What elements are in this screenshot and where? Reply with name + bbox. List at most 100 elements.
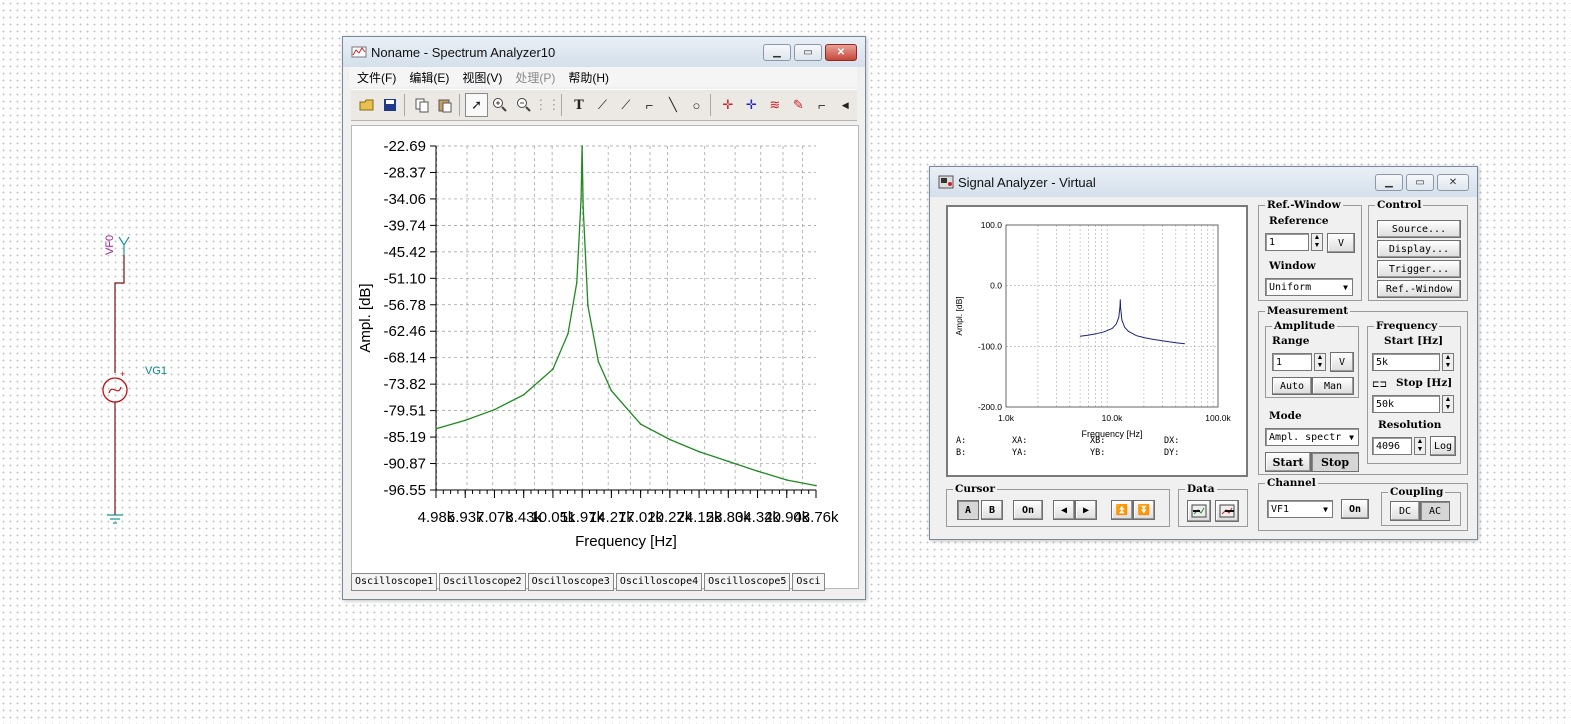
cursor-a-button[interactable]: A (957, 500, 979, 520)
cursor-left-icon[interactable]: ◀ (1053, 500, 1075, 520)
trigger-button[interactable]: Trigger... (1377, 260, 1461, 278)
log-button[interactable]: Log (1430, 436, 1456, 456)
link-icon[interactable]: ⊏⊐ (1372, 379, 1387, 390)
ac-button[interactable]: AC (1420, 501, 1450, 521)
export-data-icon[interactable] (1215, 500, 1239, 522)
reference-unit-button[interactable]: V (1327, 233, 1355, 253)
reference-spinner[interactable]: ▲ ▼ (1311, 233, 1323, 251)
maximize-button[interactable]: ▭ (794, 44, 822, 61)
mini-y-tick-label: 100.0 (981, 220, 1003, 230)
sheet-tab[interactable]: Oscilloscope1 (351, 573, 438, 591)
mode-select-value: Ampl. spectr (1269, 431, 1342, 443)
maximize-button[interactable]: ▭ (1406, 174, 1434, 191)
stop-button[interactable]: Stop (1311, 452, 1359, 472)
display-button[interactable]: Display... (1377, 240, 1461, 258)
minimize-button[interactable]: ▁ (763, 44, 791, 61)
data-point (581, 145, 583, 147)
circle-icon[interactable]: ○ (685, 93, 708, 117)
ref-window-group: Ref.-Window Reference 1 ▲ ▼ V Window Unif… (1258, 199, 1362, 301)
signal-title: Signal Analyzer - Virtual (958, 174, 1096, 190)
signal-titlebar[interactable]: Signal Analyzer - Virtual ▁ ▭ ✕ (930, 167, 1477, 197)
cursor-readout-label: YB: (1090, 448, 1105, 458)
text-icon[interactable]: T (567, 93, 590, 117)
close-button[interactable]: ✕ (1437, 174, 1469, 191)
start-hz-input[interactable]: 5k (1372, 353, 1440, 371)
cursor-a-icon[interactable]: ✛ (716, 93, 739, 117)
ref-window-button[interactable]: Ref.-Window (1377, 280, 1461, 298)
start-hz-spinner[interactable]: ▲ ▼ (1442, 353, 1454, 371)
data-point (493, 408, 496, 411)
cursor-b-icon[interactable]: ✛ (740, 93, 763, 117)
minimize-button[interactable]: ▁ (1375, 174, 1403, 191)
spectrum-app-icon (351, 44, 367, 60)
signal-analyzer-window[interactable]: Signal Analyzer - Virtual ▁ ▭ ✕ 100.0 0.0… (929, 166, 1478, 540)
cursor-on-button[interactable]: On (1013, 500, 1043, 520)
spectrum-analyzer-window[interactable]: Noname - Spectrum Analyzer10 ▁ ▭ ✕ 文件(F)… (342, 36, 866, 600)
cursor-right-icon[interactable]: ▶ (1075, 500, 1097, 520)
copy-icon[interactable] (410, 93, 433, 117)
cursor-top-icon[interactable]: ⏫ (1111, 500, 1133, 520)
man-button[interactable]: Man (1312, 377, 1354, 395)
window-select[interactable]: Uniform ▼ (1265, 278, 1353, 296)
range-input[interactable]: 1 (1272, 353, 1312, 371)
polyline-icon[interactable]: ⌐ (810, 93, 833, 117)
label-icon[interactable]: ⟋ (591, 93, 614, 117)
label-arrow-icon[interactable]: ⟋ (614, 93, 637, 117)
stop-hz-label: Stop [Hz] (1396, 377, 1453, 389)
resolution-input[interactable]: 4096 (1372, 437, 1412, 455)
spectrum-plot-area[interactable]: -22.69 -28.37 -34.06 -39.74 -45.42 -51.10 -56.… (351, 125, 859, 589)
close-button[interactable]: ✕ (825, 44, 857, 61)
axis-label-icon[interactable]: ⌐ (638, 93, 661, 117)
grid-icon[interactable]: ⋮⋮ (534, 93, 560, 117)
auto-button[interactable]: Auto (1272, 377, 1312, 395)
menu-file[interactable]: 文件(F) (357, 69, 396, 86)
y-tick-label: -51.10 (383, 270, 426, 287)
y-tick-label: -90.87 (383, 456, 426, 473)
paste-icon[interactable] (433, 93, 456, 117)
zoom-in-icon[interactable] (488, 93, 511, 117)
start-button[interactable]: Start (1265, 452, 1311, 472)
cursor-bottom-icon[interactable]: ⏬ (1133, 500, 1155, 520)
menu-edit[interactable]: 编辑(E) (409, 69, 449, 86)
data-point (567, 332, 569, 335)
resolution-spinner[interactable]: ▲ ▼ (1414, 437, 1426, 455)
y-tick-label: -56.78 (383, 297, 426, 314)
save-icon[interactable] (378, 93, 401, 117)
y-axis-label: Ampl. [dB] (357, 283, 374, 352)
import-data-icon[interactable] (1187, 500, 1211, 522)
channel-select[interactable]: VF1 ▼ (1267, 500, 1333, 518)
mode-select[interactable]: Ampl. spectr ▼ (1265, 428, 1359, 446)
control-group: Control Source... Display... Trigger... … (1368, 199, 1468, 301)
sheet-tab[interactable]: Oscilloscope5 (704, 573, 791, 591)
menu-view[interactable]: 视图(V) (462, 69, 502, 86)
chevron-down-icon: ▼ (1323, 504, 1328, 514)
sheet-tab[interactable]: Oscilloscope4 (615, 573, 703, 591)
stop-hz-spinner[interactable]: ▲ ▼ (1442, 395, 1454, 413)
zoom-out-icon[interactable] (512, 93, 535, 117)
chevron-down-icon: ▼ (1349, 432, 1354, 442)
menu-process[interactable]: 处理(P) (515, 69, 555, 86)
sheet-tab[interactable]: Oscilloscope2 (439, 573, 526, 591)
scroll-left-icon[interactable]: ◀ (834, 93, 857, 117)
spectrum-titlebar[interactable]: Noname - Spectrum Analyzer10 ▁ ▭ ✕ (343, 37, 865, 67)
menu-help[interactable]: 帮助(H) (568, 69, 609, 86)
range-spinner[interactable]: ▲ ▼ (1314, 353, 1326, 371)
sheet-tab[interactable]: Osci (792, 573, 825, 591)
dc-button[interactable]: DC (1390, 501, 1420, 521)
curves-icon[interactable]: ≋ (763, 93, 786, 117)
cursor-b-button[interactable]: B (981, 500, 1003, 520)
channel-on-button[interactable]: On (1341, 499, 1369, 519)
pointer-icon[interactable]: ➚ (464, 93, 489, 117)
source-button[interactable]: Source... (1377, 220, 1461, 238)
data-point (587, 304, 589, 307)
data-title: Data (1185, 483, 1217, 495)
spectrum-chart: -22.69 -28.37 -34.06 -39.74 -45.42 -51.10 -56.… (357, 138, 839, 550)
mini-spectrum-chart: 100.00.0-100.0-200.01.0k 10.0k 100.0kFrequ… (954, 220, 1232, 458)
sheet-tab[interactable]: Oscilloscope3 (527, 573, 614, 591)
line-icon[interactable]: ╲ (661, 93, 684, 117)
stop-hz-input[interactable]: 50k (1372, 395, 1440, 413)
open-icon[interactable] (355, 93, 378, 117)
marker-icon[interactable]: ✎ (787, 93, 810, 117)
reference-input[interactable]: 1 (1265, 233, 1309, 251)
range-unit-button[interactable]: V (1330, 352, 1354, 372)
